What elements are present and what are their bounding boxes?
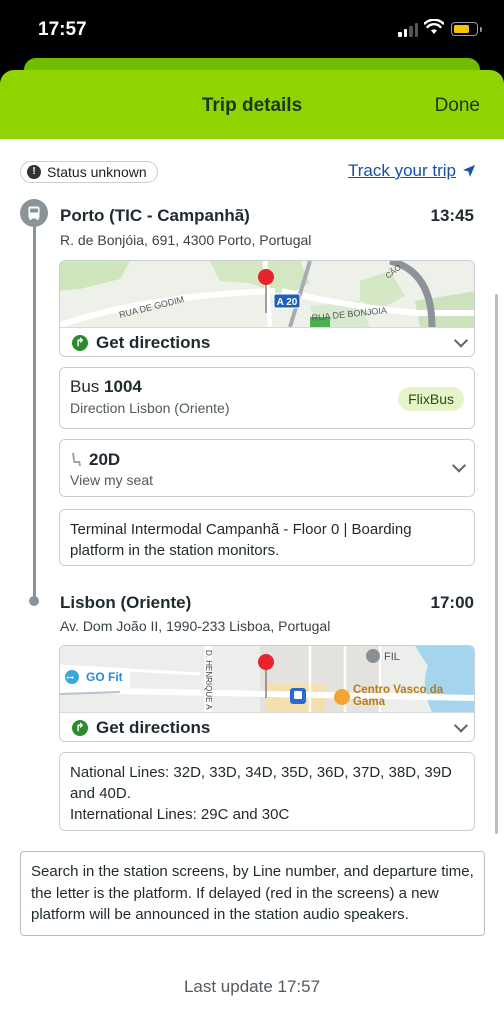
arrival-map-card[interactable]: ⊶ GO Fit D. HENRIQUE A FIL Centro Vasco … <box>59 645 475 742</box>
cellular-signal-icon <box>398 23 418 37</box>
operator-badge: FlixBus <box>398 387 464 411</box>
departure-stop-name: Porto (TIC - Campanhã) <box>60 206 250 225</box>
directions-icon: ↱ <box>72 719 88 736</box>
arrival-dot <box>29 596 39 606</box>
alert-icon: ! <box>27 165 41 179</box>
navigation-arrow-icon <box>463 165 475 177</box>
search-note-box: Search in the station screens, by Line n… <box>20 851 485 936</box>
view-seat-label: View my seat <box>70 472 153 488</box>
map-label-fil: FIL <box>384 651 400 663</box>
departure-note-card: Terminal Intermodal Campanhã - Floor 0 |… <box>59 509 475 566</box>
departure-note: Terminal Intermodal Campanhã - Floor 0 |… <box>70 521 412 559</box>
status-label: Status unknown <box>47 164 147 180</box>
get-directions-button[interactable]: ↱ Get directions <box>60 712 474 741</box>
svg-text:⊶: ⊶ <box>66 673 74 682</box>
status-bar: 17:57 <box>0 0 504 60</box>
seat-number-row: 20D <box>70 450 120 470</box>
page-title: Trip details <box>201 95 303 116</box>
wifi-icon <box>424 19 444 34</box>
track-trip-label: Track your trip <box>347 161 456 180</box>
bus-icon <box>20 199 48 227</box>
arrival-note: National Lines: 32D, 33D, 34D, 35D, 36D,… <box>70 764 452 823</box>
seat-number: 20D <box>89 450 121 469</box>
modal-header: Trip details Done <box>0 70 504 140</box>
trip-details-content[interactable]: ! Status unknown Track your trip Porto (… <box>0 139 504 1024</box>
map-label-highway: A 20 <box>277 297 298 308</box>
seat-icon <box>72 453 81 466</box>
bus-number-value: 1004 <box>104 377 142 396</box>
last-update-text: Last update 17:57 <box>183 977 321 996</box>
get-directions-label: Get directions <box>96 717 211 737</box>
clock: 17:57 <box>38 19 87 40</box>
arrival-note-card: National Lines: 32D, 33D, 34D, 35D, 36D,… <box>59 752 475 831</box>
timeline-line <box>33 224 36 604</box>
chevron-down-icon <box>451 458 467 473</box>
directions-icon: ↱ <box>72 334 88 351</box>
departure-map-card[interactable]: RUA DE GODIM RUA DE BONJOIA CÃO A 20 ↱ G… <box>59 260 475 357</box>
chevron-down-icon <box>453 717 469 733</box>
map-label-gym: GO Fit <box>86 670 123 684</box>
arrival-map[interactable]: ⊶ GO Fit D. HENRIQUE A FIL Centro Vasco … <box>60 646 474 712</box>
bus-direction: Direction Lisbon (Oriente) <box>70 400 230 416</box>
track-trip-link[interactable]: Track your trip <box>348 161 476 181</box>
done-button[interactable]: Done <box>435 95 480 117</box>
battery-icon <box>451 22 482 36</box>
status-badge: ! Status unknown <box>20 161 158 183</box>
chevron-down-icon <box>453 332 469 348</box>
departure-time: 13:45 <box>430 206 474 225</box>
get-directions-label: Get directions <box>96 332 211 352</box>
arrival-stop-name: Lisbon (Oriente) <box>60 593 192 612</box>
bus-number: Bus 1004 <box>70 377 142 397</box>
departure-address: R. de Bonjóia, 691, 4300 Porto, Portugal <box>60 232 312 248</box>
bus-info-card: Bus 1004 Direction Lisbon (Oriente) Flix… <box>59 367 475 429</box>
map-label-mall: Centro Vasco da Gama <box>353 684 444 708</box>
scrollbar[interactable] <box>495 294 498 834</box>
seat-card[interactable]: 20D View my seat <box>59 439 475 497</box>
map-label-street: D. HENRIQUE A <box>204 650 213 710</box>
get-directions-button[interactable]: ↱ Get directions <box>60 327 474 356</box>
departure-map[interactable]: RUA DE GODIM RUA DE BONJOIA CÃO A 20 <box>60 261 474 327</box>
arrival-time: 17:00 <box>430 593 474 612</box>
bus-prefix: Bus <box>70 377 100 396</box>
arrival-address: Av. Dom João II, 1990-233 Lisboa, Portug… <box>60 618 331 634</box>
